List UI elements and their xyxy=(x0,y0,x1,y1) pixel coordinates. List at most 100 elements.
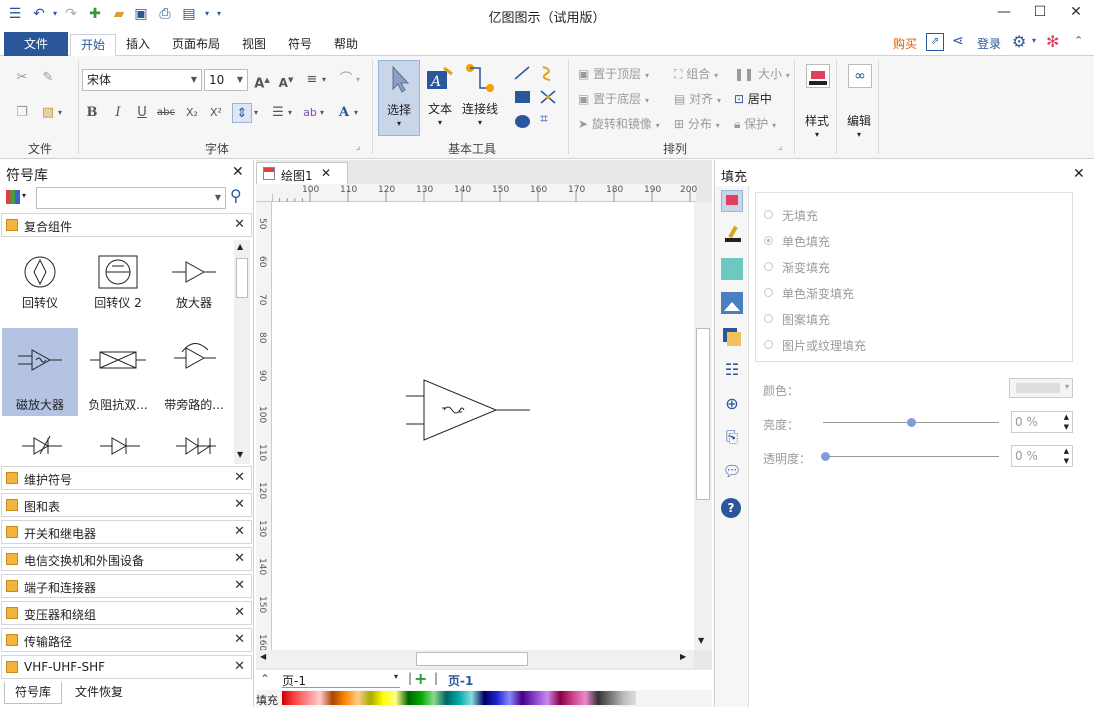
search-icon[interactable]: ⚲ xyxy=(230,186,242,205)
transparency-slider-thumb[interactable] xyxy=(821,452,830,461)
superscript-icon[interactable]: X² xyxy=(206,103,226,123)
font-name-select[interactable]: 宋体 ▼ xyxy=(82,69,202,91)
scroll-thumb[interactable] xyxy=(416,652,528,666)
rotate-mirror-button[interactable]: ➤ 旋转和镜像 ▾ xyxy=(578,115,670,132)
properties-list-icon[interactable]: ☷ xyxy=(721,360,743,382)
close-icon[interactable]: ✕ xyxy=(234,605,245,620)
curve-tool-icon[interactable] xyxy=(538,64,558,82)
category-maintenance[interactable]: 维护符号 ✕ xyxy=(1,466,252,490)
vertical-scrollbar[interactable]: ▼ xyxy=(694,202,712,650)
category-terminals[interactable]: 端子和连接器 ✕ xyxy=(1,574,252,598)
line-spacing-icon[interactable]: ⇕ xyxy=(232,103,252,123)
scroll-down-icon[interactable]: ▼ xyxy=(237,450,243,459)
scroll-down-icon[interactable]: ▼ xyxy=(698,636,704,645)
close-icon[interactable]: ✕ xyxy=(234,632,245,647)
page-up-icon[interactable]: ⌃ xyxy=(260,672,270,686)
crop-tool-icon[interactable]: ⌗ xyxy=(540,111,548,127)
close-icon[interactable]: ✕ xyxy=(234,217,245,232)
align-button[interactable]: ▤ 对齐 ▾ xyxy=(674,90,734,107)
close-icon[interactable]: ✕ xyxy=(234,470,245,485)
shadow-icon[interactable] xyxy=(721,258,743,280)
protect-button[interactable]: 🔒︎ 保护 ▾ xyxy=(734,115,790,132)
line-pen-icon[interactable] xyxy=(721,224,743,246)
group-button[interactable]: ⛶ 组合 ▾ xyxy=(674,65,734,82)
spinner-arrows-icon[interactable]: ▲ ▼ xyxy=(1064,412,1069,432)
bullet-dropdown-icon[interactable]: ▾ xyxy=(288,108,292,117)
attachment-icon[interactable]: ⎘ xyxy=(721,428,743,450)
tab-file-recovery[interactable]: 文件恢复 xyxy=(64,682,134,704)
buy-link[interactable]: 购买 xyxy=(893,35,917,52)
line-spacing-dropdown-icon[interactable]: ▾ xyxy=(254,108,258,117)
scroll-right-icon[interactable]: ▶ xyxy=(680,652,686,661)
category-charts[interactable]: 图和表 ✕ xyxy=(1,493,252,517)
tab-insert[interactable]: 插入 xyxy=(116,34,160,56)
text-curve-icon[interactable]: ⌒ xyxy=(336,70,356,90)
line-tool-icon[interactable] xyxy=(512,64,532,82)
close-icon[interactable]: ✕ xyxy=(234,524,245,539)
add-page-icon[interactable]: + xyxy=(414,669,427,688)
page-select[interactable]: 页-1 ▾ xyxy=(282,672,400,688)
tab-help[interactable]: 帮助 xyxy=(324,34,368,56)
shape-gyroscope-2[interactable]: 回转仪 2 xyxy=(80,238,156,314)
brightness-slider-thumb[interactable] xyxy=(907,418,916,427)
library-manager-icon[interactable] xyxy=(6,190,20,204)
drawing-page[interactable] xyxy=(272,202,694,650)
subscript-icon[interactable]: X₂ xyxy=(182,103,202,123)
style-button[interactable]: 样式 ▾ xyxy=(800,62,834,152)
close-library-icon[interactable]: ✕ xyxy=(232,164,244,180)
transparency-spinner[interactable]: 0 % ▲ ▼ xyxy=(1011,445,1073,467)
category-vhf[interactable]: VHF-UHF-SHF ✕ xyxy=(1,655,252,679)
diode-variant-icon[interactable] xyxy=(20,432,64,460)
highlight-icon[interactable]: ab xyxy=(300,103,320,123)
distribute-button[interactable]: ⊞ 分布 ▾ xyxy=(674,115,734,132)
page-tab-active[interactable]: 页-1 xyxy=(448,672,473,689)
category-telecom[interactable]: 电信交换机和外围设备 ✕ xyxy=(1,547,252,571)
font-color-dropdown-icon[interactable]: ▾ xyxy=(354,108,358,117)
settings-dropdown-icon[interactable]: ▾ xyxy=(1032,36,1036,45)
font-color-icon[interactable]: A xyxy=(334,103,354,123)
text-tool-button[interactable]: A 文本 ▾ xyxy=(422,60,458,136)
category-switches-relays[interactable]: 开关和继电器 ✕ xyxy=(1,520,252,544)
shape-magnetic-amplifier[interactable]: 磁放大器 xyxy=(2,328,78,416)
category-composite-components[interactable]: 复合组件 ✕ xyxy=(1,213,252,237)
share-screen-icon[interactable]: ⇗ xyxy=(926,33,944,51)
shape-amplifier[interactable]: 放大器 xyxy=(156,238,232,314)
login-link[interactable]: 登录 xyxy=(977,35,1001,52)
transparency-slider[interactable] xyxy=(823,456,999,457)
color-swatches[interactable] xyxy=(282,691,636,705)
italic-icon[interactable]: I xyxy=(108,103,128,123)
rectangle-tool-icon[interactable] xyxy=(515,91,530,103)
collapse-ribbon-icon[interactable]: ⌃ xyxy=(1074,34,1083,47)
layer-icon[interactable] xyxy=(721,326,743,348)
scroll-thumb[interactable] xyxy=(236,258,248,298)
format-painter-icon[interactable]: ✎ xyxy=(38,68,58,88)
point-tool-icon[interactable] xyxy=(538,88,558,106)
shape-gyroscope[interactable]: 回转仪 xyxy=(2,238,78,314)
tab-file[interactable]: 文件 xyxy=(4,32,69,56)
help-icon[interactable]: ? xyxy=(721,498,741,518)
close-icon[interactable]: ✕ xyxy=(234,497,245,512)
spinner-arrows-icon[interactable]: ▲ ▼ xyxy=(1064,446,1069,466)
strikethrough-icon[interactable]: abc xyxy=(156,103,176,123)
paste-dropdown-icon[interactable]: ▾ xyxy=(58,108,62,117)
diode-icon[interactable] xyxy=(98,432,142,460)
font-size-select[interactable]: 10 ▼ xyxy=(204,69,248,91)
bullet-list-icon[interactable]: ☰ xyxy=(268,103,288,123)
document-tab[interactable]: 绘图1 ✕ xyxy=(256,162,348,184)
cut-icon[interactable]: ✂ xyxy=(12,68,32,88)
paste-icon[interactable]: ▧ xyxy=(38,103,58,123)
brightness-spinner[interactable]: 0 % ▲ ▼ xyxy=(1011,411,1073,433)
double-diode-icon[interactable] xyxy=(174,432,218,460)
tab-symbol-library[interactable]: 符号库 xyxy=(4,682,62,704)
close-icon[interactable]: ✕ xyxy=(234,551,245,566)
size-button[interactable]: ❚❚ 大小 ▾ xyxy=(734,65,790,82)
close-icon[interactable]: ✕ xyxy=(234,659,245,674)
send-to-bottom-button[interactable]: ▣ 置于底层 ▾ xyxy=(578,90,668,107)
settings-gear-icon[interactable]: ⚙ xyxy=(1012,32,1026,51)
arrange-dialog-launcher-icon[interactable]: ⌟ xyxy=(778,142,782,152)
share-icon[interactable]: ⋖ xyxy=(952,33,964,49)
image-icon[interactable] xyxy=(721,292,743,314)
text-curve-dropdown-icon[interactable]: ▾ xyxy=(356,75,360,84)
connector-tool-button[interactable]: 连接线 ▾ xyxy=(460,60,500,136)
select-tool-button[interactable]: 选择 ▾ xyxy=(378,60,420,136)
